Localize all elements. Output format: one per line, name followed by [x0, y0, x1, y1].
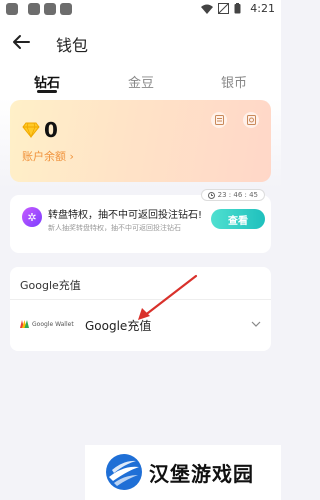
tab-gold-bean[interactable]: 金豆 — [128, 72, 154, 91]
battery-icon — [234, 3, 241, 14]
wallet-brand-text: Google Wallet — [32, 320, 74, 328]
site-logo-icon — [106, 454, 142, 490]
status-time: 4:21 — [250, 2, 275, 15]
promo-title: 转盘特权，抽不中可返回投注钻石! — [48, 210, 203, 221]
countdown-timer: 23 : 46 : 45 — [200, 189, 265, 201]
signal-icon — [218, 3, 229, 14]
annotation-arrow — [138, 274, 198, 320]
bill-icon[interactable] — [243, 112, 259, 128]
wifi-icon — [201, 4, 213, 14]
promo-card: ✲ 转盘特权，抽不中可返回投注钻石! 新人抽奖转盘特权，抽不中可返回投注钻石 2… — [10, 189, 271, 253]
app-notification-icon — [60, 3, 72, 15]
chevron-down-icon[interactable] — [251, 320, 261, 328]
clock-icon — [207, 191, 215, 199]
header: 钱包 — [0, 20, 281, 64]
promo-subtitle: 新人抽奖转盘特权，抽不中可返回投注钻石 — [48, 224, 181, 232]
wheel-icon: ✲ — [22, 207, 42, 227]
account-balance-link[interactable]: 账户余额 › — [22, 148, 74, 164]
active-tab-indicator — [37, 90, 57, 93]
watermark: 汉堡游戏园 — [85, 445, 281, 500]
balance-card: 0 账户余额 › — [10, 100, 271, 182]
page-title: 钱包 — [56, 36, 89, 55]
section-title: Google充值 — [20, 279, 81, 292]
google-wallet-icon — [20, 320, 29, 328]
record-icon[interactable] — [211, 112, 227, 128]
currency-tabs: 钻石 金豆 银币 — [0, 64, 281, 98]
timer-text: 23 : 46 : 45 — [217, 191, 258, 199]
balance-value: 0 — [44, 118, 58, 142]
view-button[interactable]: 查看 — [211, 209, 265, 229]
app-notification-icon — [44, 3, 56, 15]
watermark-text: 汉堡游戏园 — [149, 462, 254, 486]
diamond-icon — [22, 122, 40, 138]
app-notification-icon — [28, 3, 40, 15]
app-notification-icon — [6, 3, 18, 15]
status-bar: 4:21 — [0, 0, 281, 20]
tab-silver-coin[interactable]: 银币 — [221, 72, 247, 91]
back-arrow-icon[interactable] — [10, 31, 32, 53]
tab-diamond[interactable]: 钻石 — [34, 72, 60, 91]
google-wallet-logo: Google Wallet — [20, 320, 74, 328]
